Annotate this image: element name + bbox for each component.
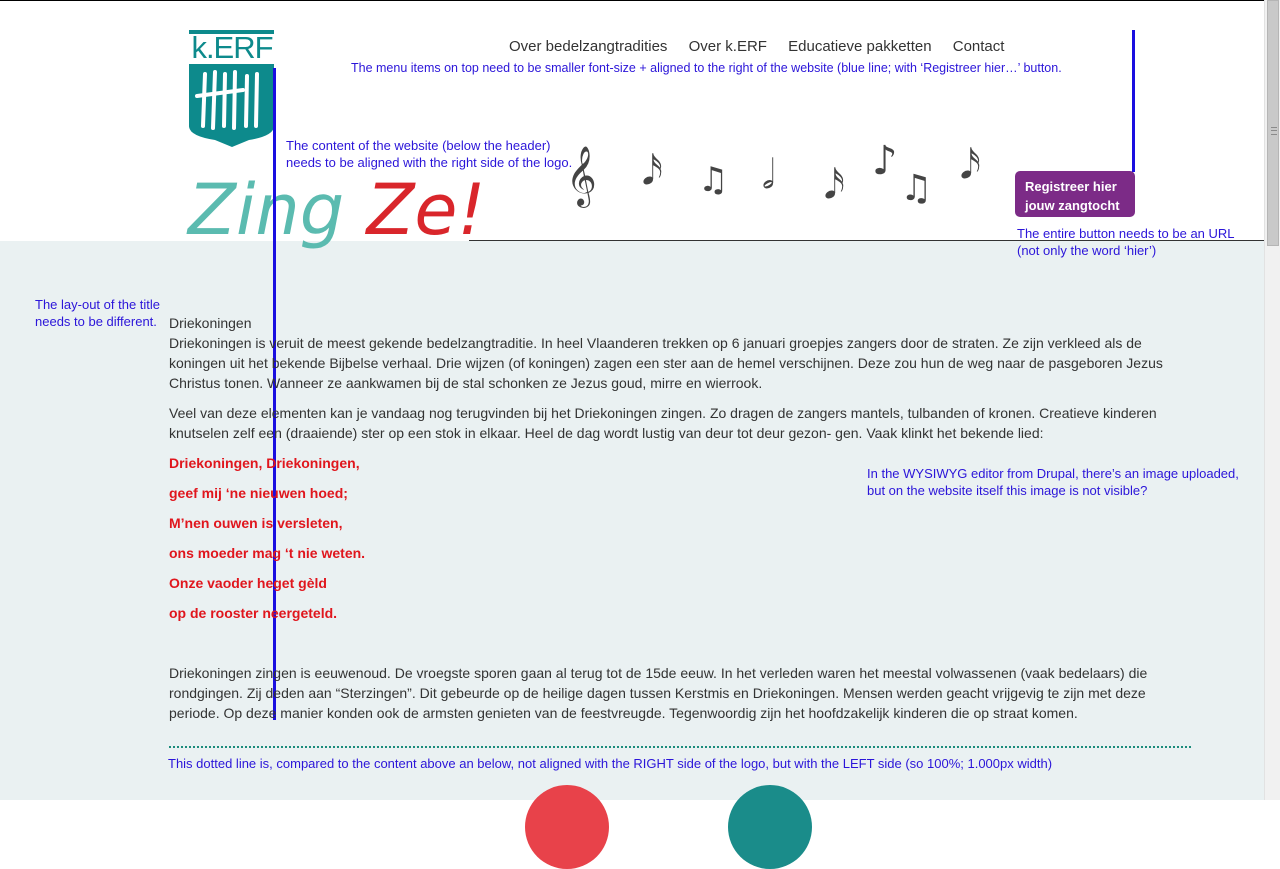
vertical-scrollbar[interactable] (1264, 0, 1280, 800)
song-line: Driekoningen, Driekoningen, (169, 455, 360, 471)
article-heading: Driekoningen (169, 315, 252, 331)
annotation-content-align-line2: needs to be aligned with the right side … (286, 155, 573, 170)
beamed-notes-icon: ♫ (900, 168, 933, 209)
song-line: M’nen ouwen is versleten, (169, 515, 343, 531)
song-line: ons moeder mag ‘t nie weten. (169, 545, 366, 561)
menu-item-educatieve-pakketten[interactable]: Educatieve pakketten (788, 38, 931, 55)
register-button-line2: jouw zangtocht (1025, 198, 1120, 213)
annotation-button-url: The entire button needs to be an URL (no… (1017, 225, 1235, 259)
register-button-line1: Registreer hier (1025, 179, 1117, 194)
annotation-title-layout: The lay-out of the title needs to be dif… (35, 296, 160, 330)
red-circle-button[interactable] (525, 785, 609, 869)
annotation-button-url-line2: (not only the word ‘hier’) (1017, 243, 1157, 258)
note-icon: 𝅘𝅥𝅯 (824, 162, 845, 208)
article-paragraph: Driekoningen is veruit de meest gekende … (169, 335, 1163, 391)
register-button[interactable]: Registreer hier jouw zangtocht (1015, 171, 1135, 217)
dotted-separator (169, 746, 1191, 748)
teal-circle-button[interactable] (728, 785, 812, 869)
song-line: Onze vaoder heget gèld (169, 575, 327, 591)
annotation-dotted-line: This dotted line is, compared to the con… (168, 756, 1053, 771)
annotation-content-align-line1: The content of the website (below the he… (286, 138, 551, 153)
beamed-notes-icon: ♫ (698, 160, 729, 200)
menu-item-bedelzangtradities[interactable]: Over bedelzangtradities (509, 38, 667, 55)
article-paragraph: Veel van deze elementen kan je vandaag n… (169, 405, 1157, 441)
main-menu: Over bedelzangtradities Over k.ERF Educa… (509, 38, 1021, 55)
song-lyrics: Driekoningen, Driekoningen, geef mij ‘ne… (169, 453, 1184, 633)
main-content: Driekoningen Driekoningen is veruit de m… (169, 313, 1184, 733)
note-icon: 𝅘𝅥𝅯 (960, 142, 981, 188)
menu-item-contact[interactable]: Contact (953, 38, 1005, 55)
article-paragraph: Driekoningen zingen is eeuwenoud. De vro… (169, 665, 1148, 721)
annotation-content-align: The content of the website (below the he… (286, 137, 572, 171)
scrollbar-grip-icon (1271, 127, 1277, 135)
annotation-title-layout-line2: needs to be different. (35, 314, 157, 329)
annotation-menu: The menu items on top need to be smaller… (351, 61, 1062, 75)
annotation-title-layout-line1: The lay-out of the title (35, 297, 161, 312)
song-line: op de rooster neergeteld. (169, 605, 338, 621)
annotation-blue-line-right (1132, 30, 1135, 172)
menu-item-over-kerf[interactable]: Over k.ERF (689, 38, 767, 55)
logo-wordmark: k.ERF (191, 30, 273, 65)
eighth-note-icon: ♪ (872, 138, 898, 184)
annotation-button-url-line1: The entire button needs to be an URL (1017, 226, 1235, 241)
scrollbar-thumb[interactable] (1267, 0, 1279, 246)
note-icon: 𝅘𝅥𝅯 (642, 148, 663, 194)
song-line: geef mij ‘ne nieuwen hoed; (169, 485, 348, 501)
half-note-icon: 𝅗𝅥 (762, 152, 775, 198)
